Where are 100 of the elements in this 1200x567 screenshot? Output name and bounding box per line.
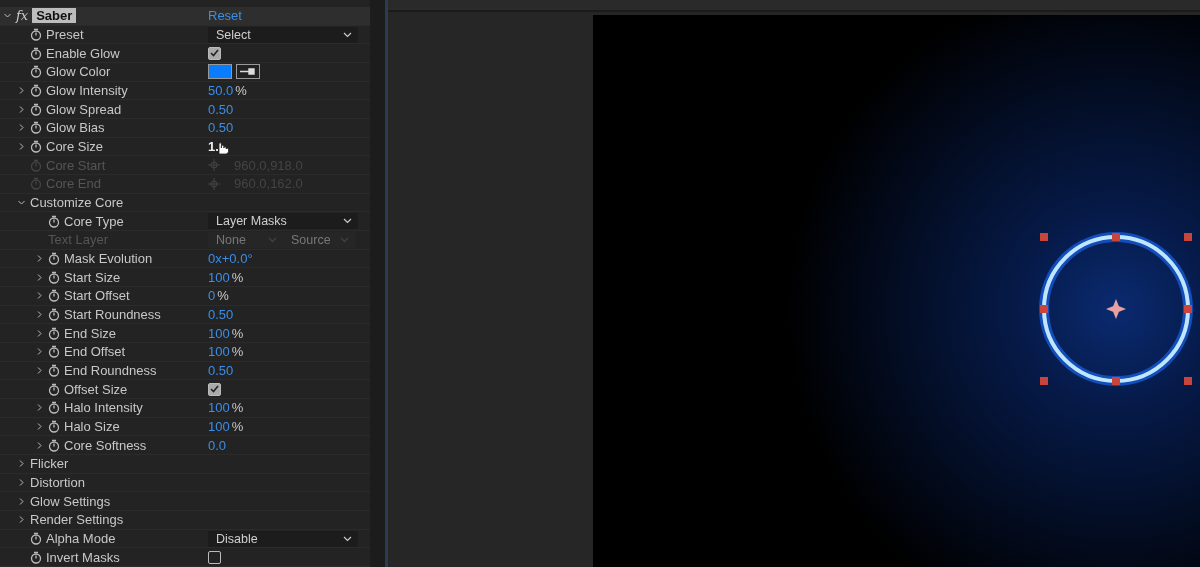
- reset-link[interactable]: Reset: [208, 8, 242, 24]
- group-label[interactable]: Distortion: [30, 475, 85, 491]
- parameter-label: Mask Evolution: [64, 251, 153, 267]
- parameter-value[interactable]: 0.0: [208, 437, 227, 453]
- chevron-icon[interactable]: [35, 423, 43, 431]
- caret-icon: [340, 236, 349, 243]
- chevron-icon[interactable]: [17, 143, 25, 151]
- chevron-icon[interactable]: [17, 105, 25, 113]
- parameter-value[interactable]: 0x+0.0°: [208, 251, 253, 267]
- parameter-label: Offset Size: [64, 381, 128, 397]
- stopwatch-icon[interactable]: [48, 252, 60, 266]
- chevron-icon[interactable]: [17, 460, 25, 468]
- unit-label: %: [231, 269, 244, 285]
- group-label[interactable]: Glow Settings: [30, 493, 111, 509]
- crosshair-icon: [208, 177, 220, 190]
- eyedropper-icon: [239, 68, 257, 76]
- stopwatch-icon[interactable]: [48, 401, 60, 415]
- parameter-value[interactable]: 100: [208, 344, 230, 360]
- parameter-value[interactable]: 100: [208, 419, 230, 435]
- stopwatch-icon[interactable]: [30, 550, 42, 564]
- stopwatch-icon[interactable]: [48, 364, 60, 378]
- checkbox[interactable]: [208, 382, 221, 396]
- parameter-value[interactable]: 0.50: [208, 101, 234, 117]
- group-label[interactable]: Customize Core: [30, 195, 124, 211]
- parameter-value[interactable]: 0.50: [208, 307, 234, 323]
- stopwatch-icon[interactable]: [30, 84, 42, 97]
- chevron-icon[interactable]: [17, 87, 25, 94]
- unit-label: %: [231, 400, 244, 416]
- chevron-icon[interactable]: [35, 329, 43, 337]
- stopwatch-icon[interactable]: [48, 382, 60, 396]
- parameter-label: End Offset: [64, 344, 126, 360]
- checkbox[interactable]: [208, 550, 221, 564]
- chevron-icon[interactable]: [17, 199, 25, 207]
- parameter-value[interactable]: 100: [208, 269, 230, 285]
- chevron-icon[interactable]: [17, 479, 25, 487]
- parameter-label: Start Size: [64, 269, 121, 285]
- eyedropper-button[interactable]: [236, 64, 260, 80]
- stopwatch-icon[interactable]: [30, 46, 42, 60]
- chevron-icon[interactable]: [35, 367, 43, 375]
- parameter-value[interactable]: 50.0: [208, 83, 234, 98]
- dropdown[interactable]: Disable: [208, 530, 358, 547]
- fx-badge[interactable]: fx: [16, 8, 29, 24]
- chevron-icon[interactable]: [17, 124, 25, 132]
- stopwatch-icon[interactable]: [48, 438, 60, 452]
- stopwatch-icon[interactable]: [30, 532, 42, 546]
- unit-label: %: [231, 325, 244, 341]
- parameter-value[interactable]: 100: [208, 325, 230, 341]
- stopwatch-icon[interactable]: [30, 140, 42, 154]
- color-swatch[interactable]: [208, 64, 232, 80]
- checkbox[interactable]: [208, 46, 221, 60]
- group-label[interactable]: Render Settings: [30, 512, 124, 528]
- effect-name: Saber: [32, 8, 77, 24]
- chevron-icon[interactable]: [35, 255, 43, 263]
- parameter-label: Start Roundness: [64, 307, 161, 323]
- parameter-label: Glow Bias: [46, 120, 105, 136]
- stopwatch-icon[interactable]: [30, 65, 42, 79]
- dropdown[interactable]: Select: [208, 26, 358, 43]
- chevron-icon[interactable]: [35, 292, 43, 300]
- parameter-label: Halo Size: [64, 419, 120, 435]
- group-label[interactable]: Flicker: [30, 456, 69, 472]
- chevron-icon[interactable]: [35, 441, 43, 449]
- caret-icon: [343, 535, 352, 542]
- stopwatch-icon[interactable]: [48, 345, 60, 359]
- caret-icon: [268, 236, 277, 243]
- chevron-icon[interactable]: [35, 311, 43, 319]
- crosshair-icon: [208, 159, 220, 172]
- stopwatch-icon[interactable]: [48, 326, 60, 340]
- parameter-value[interactable]: 0.50: [208, 363, 234, 379]
- parameter-label: Core Type: [64, 213, 124, 229]
- parameter-value[interactable]: 0.50: [208, 120, 234, 136]
- chevron-icon[interactable]: [17, 516, 25, 524]
- stopwatch-icon[interactable]: [30, 102, 42, 116]
- stopwatch-icon[interactable]: [48, 214, 60, 228]
- parameter-value[interactable]: 0: [208, 288, 216, 304]
- caret-icon: [343, 31, 352, 38]
- parameter-label: End Roundness: [64, 363, 157, 379]
- parameter-label: Preset: [46, 27, 84, 42]
- chevron-icon[interactable]: [17, 497, 25, 505]
- chevron-icon[interactable]: [35, 273, 43, 281]
- parameter-label: End Size: [64, 325, 117, 341]
- stopwatch-icon[interactable]: [30, 121, 42, 135]
- chevron-icon[interactable]: [3, 12, 11, 20]
- parameter-label: Halo Intensity: [64, 400, 143, 416]
- chevron-icon[interactable]: [35, 348, 43, 356]
- unit-label: %: [217, 288, 229, 304]
- parameter-value[interactable]: 1.: [208, 139, 219, 155]
- parameter-value[interactable]: 100: [208, 400, 230, 416]
- parameter-label: Core Softness: [64, 437, 147, 453]
- dropdown[interactable]: Layer Masks: [208, 213, 358, 230]
- caret-icon: [343, 218, 352, 225]
- stopwatch-icon[interactable]: [48, 308, 60, 322]
- stopwatch-icon[interactable]: [48, 289, 60, 303]
- unit-label: %: [231, 419, 244, 435]
- stopwatch-icon[interactable]: [48, 420, 60, 434]
- parameter-label: Start Offset: [64, 288, 130, 304]
- chevron-icon[interactable]: [35, 404, 43, 412]
- parameter-label: Invert Masks: [46, 549, 120, 565]
- stopwatch-icon[interactable]: [30, 28, 42, 41]
- stopwatch-icon[interactable]: [48, 270, 60, 284]
- parameter-label: Glow Spread: [46, 101, 122, 117]
